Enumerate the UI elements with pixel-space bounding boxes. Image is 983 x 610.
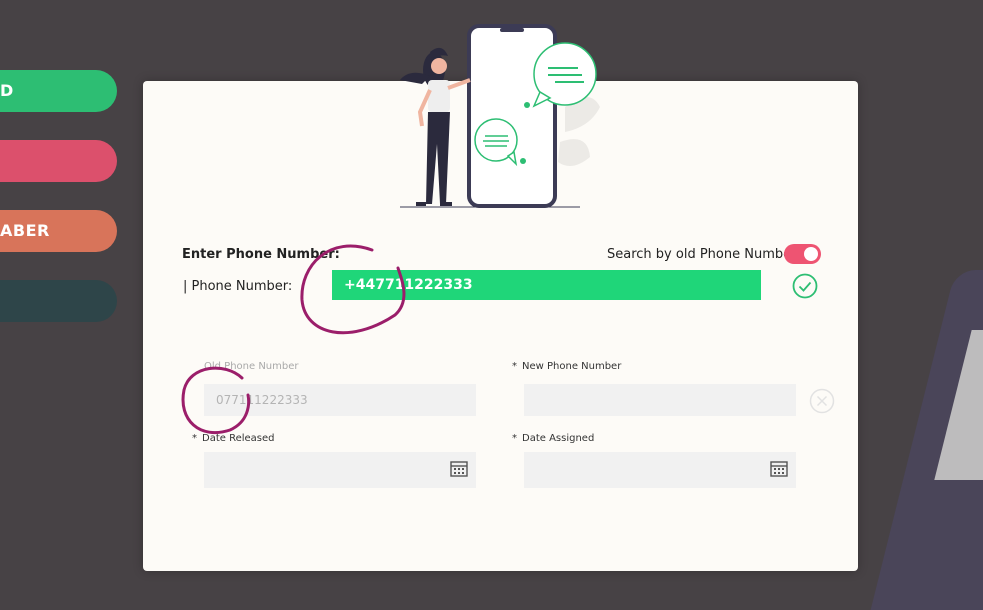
date-assigned-input[interactable] — [524, 452, 796, 488]
enter-phone-label: Enter Phone Number: — [182, 247, 340, 262]
sidebar-button-3-label: ABER — [0, 221, 50, 240]
old-phone-label: Old Phone Number — [204, 361, 299, 372]
check-circle-icon[interactable] — [792, 273, 818, 299]
date-released-label-text: Date Released — [202, 433, 275, 444]
phone-illustration — [400, 24, 600, 208]
date-assigned-label: * Date Assigned — [512, 433, 594, 444]
required-marker: * — [192, 433, 197, 444]
date-released-input[interactable] — [204, 452, 476, 488]
required-marker: * — [512, 361, 517, 372]
old-phone-input[interactable]: 077111222333 — [204, 384, 476, 416]
search-old-number-toggle[interactable] — [784, 244, 821, 264]
sidebar-button-1-label: D — [0, 81, 14, 100]
calendar-icon[interactable] — [450, 461, 468, 477]
required-marker: * — [512, 433, 517, 444]
sidebar-button-4[interactable] — [0, 280, 117, 322]
phone-number-input[interactable]: +447711222333 — [332, 270, 761, 300]
new-phone-input[interactable] — [524, 384, 796, 416]
clear-icon[interactable] — [809, 388, 835, 414]
sidebar-button-3[interactable]: ABER — [0, 210, 117, 252]
new-phone-label: * New Phone Number — [512, 361, 621, 372]
phone-number-label: | Phone Number: — [183, 279, 293, 294]
date-released-label: * Date Released — [192, 433, 275, 444]
toggle-knob — [804, 247, 818, 261]
search-old-number-label: Search by old Phone Number — [607, 247, 797, 262]
sidebar-button-2[interactable] — [0, 140, 117, 182]
date-assigned-label-text: Date Assigned — [522, 433, 595, 444]
sidebar-button-1[interactable]: D — [0, 70, 117, 112]
new-phone-label-text: New Phone Number — [522, 361, 622, 372]
calendar-icon[interactable] — [770, 461, 788, 477]
